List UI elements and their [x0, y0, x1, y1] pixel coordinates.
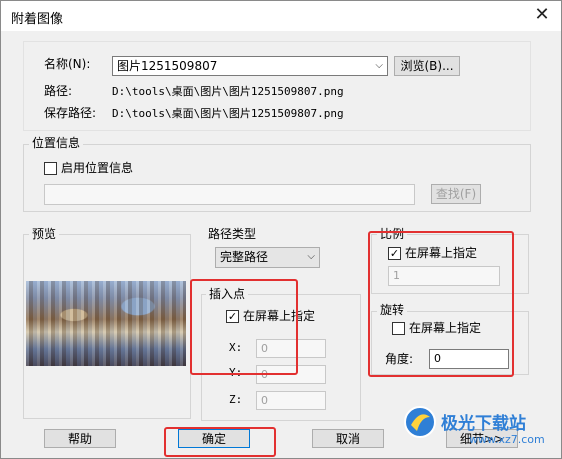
location-group-title: 位置信息 — [29, 135, 84, 151]
path-type-value: 完整路径 — [220, 250, 269, 264]
path-type-select[interactable]: 完整路径 ⌵ — [215, 247, 320, 268]
highlight-insertion-point — [190, 279, 298, 375]
enable-location-checkbox[interactable] — [44, 162, 57, 175]
z-field[interactable]: 0 — [256, 391, 326, 410]
window-title: 附着图像 — [11, 12, 64, 27]
save-path-value: D:\tools\桌面\图片\图片1251509807.png — [112, 107, 344, 120]
find-button[interactable]: 查找(F) — [431, 184, 481, 204]
browse-button[interactable]: 浏览(B)... — [394, 56, 460, 76]
title-bar: 附着图像 ✕ — [1, 1, 561, 31]
cancel-button[interactable]: 取消 — [312, 429, 384, 448]
chevron-down-icon: ⌵ — [307, 251, 315, 262]
z-label: Z: — [229, 393, 243, 406]
highlight-scale-rotation — [368, 231, 514, 377]
preview-group-title: 预览 — [29, 226, 60, 242]
ok-button[interactable]: 确定 — [178, 429, 250, 448]
name-label: 名称(N): — [44, 57, 91, 71]
watermark-logo-icon — [403, 405, 437, 439]
save-path-label: 保存路径: — [44, 106, 97, 120]
watermark-url: www.xz7.com — [469, 433, 545, 446]
help-button[interactable]: 帮助 — [44, 429, 116, 448]
enable-location-label: 启用位置信息 — [61, 161, 134, 175]
name-select-value: 图片1251509807 — [117, 59, 218, 73]
path-type-label: 路径类型 — [208, 227, 257, 241]
location-field[interactable] — [44, 184, 415, 205]
watermark-brand: 极光下载站 — [441, 414, 526, 434]
close-icon[interactable]: ✕ — [529, 3, 555, 27]
name-select[interactable]: 图片1251509807 ⌵ — [112, 56, 388, 76]
chevron-down-icon: ⌵ — [375, 60, 383, 71]
path-value: D:\tools\桌面\图片\图片1251509807.png — [112, 85, 344, 98]
preview-image — [26, 281, 186, 366]
preview-texture — [26, 281, 186, 366]
path-label: 路径: — [44, 84, 73, 98]
attach-image-dialog: 附着图像 ✕ 名称(N): 图片1251509807 ⌵ 浏览(B)... 路径… — [0, 0, 562, 459]
